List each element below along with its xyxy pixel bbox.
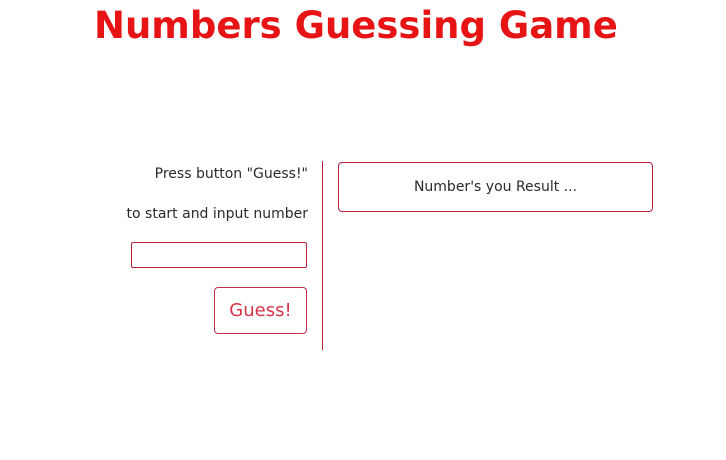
- page: Numbers Guessing Game Press button "Gues…: [0, 0, 726, 460]
- result-box: Number's you Result ...: [338, 162, 653, 212]
- page-title: Numbers Guessing Game: [94, 4, 618, 47]
- vertical-divider: [322, 161, 323, 350]
- instruction-line-1: Press button "Guess!": [154, 166, 308, 182]
- instruction-line-2: to start and input number: [126, 206, 308, 222]
- result-text: Number's you Result ...: [413, 179, 578, 195]
- guess-button[interactable]: Guess!: [214, 287, 307, 334]
- number-input[interactable]: [131, 242, 307, 268]
